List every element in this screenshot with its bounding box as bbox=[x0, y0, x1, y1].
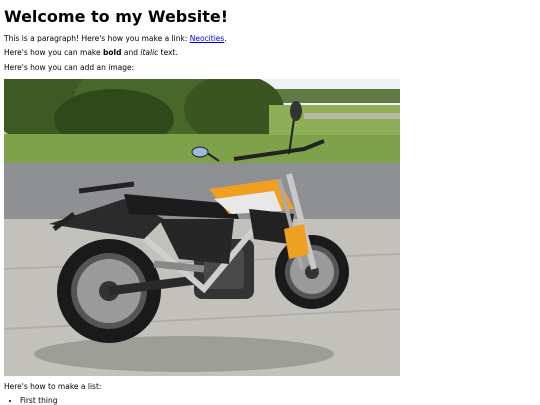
list-item: First thing bbox=[20, 396, 57, 405]
item-list: First thing bbox=[4, 396, 57, 405]
italic-text: italic bbox=[140, 48, 159, 57]
intro-suffix: . bbox=[224, 34, 227, 43]
page: Welcome to my Website! This is a paragra… bbox=[0, 0, 540, 405]
format-paragraph: Here's how you can make bold and italic … bbox=[4, 48, 178, 58]
bold-text: bold bbox=[103, 48, 122, 57]
page-title: Welcome to my Website! bbox=[4, 7, 229, 26]
list-intro: Here's how to make a list: bbox=[4, 382, 102, 391]
motorcycle-image bbox=[4, 79, 400, 376]
intro-text: This is a paragraph! Here's how you make… bbox=[4, 34, 190, 43]
image-caption: Here's how you can add an image: bbox=[4, 63, 135, 72]
neocities-link[interactable]: Neocities bbox=[190, 34, 225, 43]
format-suffix: text. bbox=[158, 48, 178, 57]
format-prefix: Here's how you can make bbox=[4, 48, 103, 57]
intro-paragraph: This is a paragraph! Here's how you make… bbox=[4, 34, 227, 44]
format-middle: and bbox=[121, 48, 141, 57]
